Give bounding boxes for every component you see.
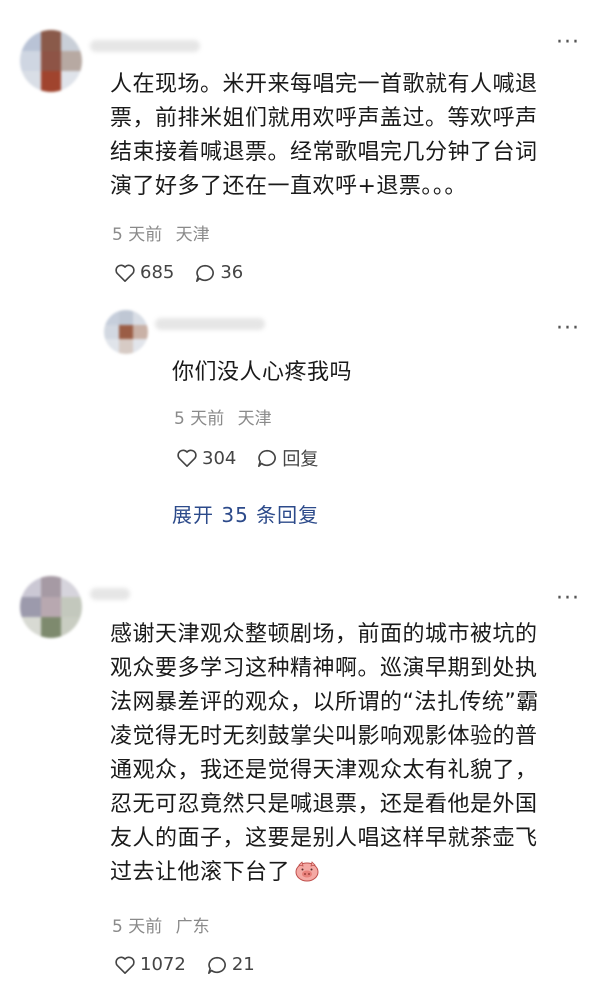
comment-location: 天津 xyxy=(175,225,210,245)
reply-meta: 5 天前 天津 xyxy=(174,404,272,429)
comment-bubble-icon xyxy=(258,449,277,467)
username-blurred[interactable] xyxy=(90,40,200,52)
emoji-pig-icon xyxy=(295,861,319,882)
reply-card: ··· 你们没人心疼我吗 5 天前 天津 304 回复 展开 35 条回复 xyxy=(0,300,600,540)
like-count: 304 xyxy=(202,447,237,469)
comment-card: ··· 人在现场。米开来每唱完一首歌就有人喊退 票，前排米姐们就用欢呼声盖过。等… xyxy=(0,0,600,300)
username-blurred[interactable] xyxy=(155,318,265,330)
more-dots-icon[interactable]: ··· xyxy=(556,318,580,340)
comment-card: ··· 感谢天津观众整顿剧场，前面的城市被坑的 观众要多学习这种精神啊。巡演早期… xyxy=(0,560,600,1000)
comment-time: 5 天前 xyxy=(112,225,163,245)
reply-button[interactable]: 回复 xyxy=(256,445,318,471)
comment-text: 人在现场。米开来每唱完一首歌就有人喊退 票，前排米姐们就用欢呼声盖过。等欢呼声 … xyxy=(110,72,538,199)
expand-replies-link[interactable]: 展开 35 条回复 xyxy=(172,499,319,528)
reply-count: 36 xyxy=(220,262,244,283)
like-count: 1072 xyxy=(140,954,186,975)
heart-icon xyxy=(115,264,135,282)
reply-time: 5 天前 xyxy=(174,409,225,429)
more-dots-icon[interactable]: ··· xyxy=(556,32,580,54)
like-button[interactable]: 685 xyxy=(114,262,174,283)
avatar[interactable] xyxy=(20,30,82,92)
comment-meta: 5 天前 天津 xyxy=(112,220,210,245)
reply-button[interactable]: 21 xyxy=(206,954,255,975)
reply-label: 回复 xyxy=(282,449,319,470)
username-blurred[interactable] xyxy=(90,588,130,600)
avatar[interactable] xyxy=(104,310,148,354)
comment-location: 广东 xyxy=(175,917,210,937)
reply-actions: 304 回复 xyxy=(176,445,338,471)
like-button[interactable]: 304 xyxy=(176,448,236,469)
reply-button[interactable]: 36 xyxy=(194,262,243,283)
comment-actions: 685 36 xyxy=(114,262,263,283)
comment-actions: 1072 21 xyxy=(114,954,275,975)
heart-icon xyxy=(115,956,135,974)
heart-icon xyxy=(177,449,197,467)
like-button[interactable]: 1072 xyxy=(114,954,186,975)
comment-text: 感谢天津观众整顿剧场，前面的城市被坑的 观众要多学习这种精神啊。巡演早期到处执 … xyxy=(110,622,539,885)
avatar[interactable] xyxy=(20,576,82,638)
reply-count: 21 xyxy=(231,954,255,975)
comment-meta: 5 天前 广东 xyxy=(112,912,210,937)
reply-location: 天津 xyxy=(237,409,272,429)
comment-bubble-icon xyxy=(196,264,215,282)
comment-bubble-icon xyxy=(207,956,226,974)
more-dots-icon[interactable]: ··· xyxy=(556,588,580,610)
reply-text: 你们没人心疼我吗 xyxy=(172,360,353,385)
like-count: 685 xyxy=(140,262,175,283)
comment-time: 5 天前 xyxy=(112,917,163,937)
